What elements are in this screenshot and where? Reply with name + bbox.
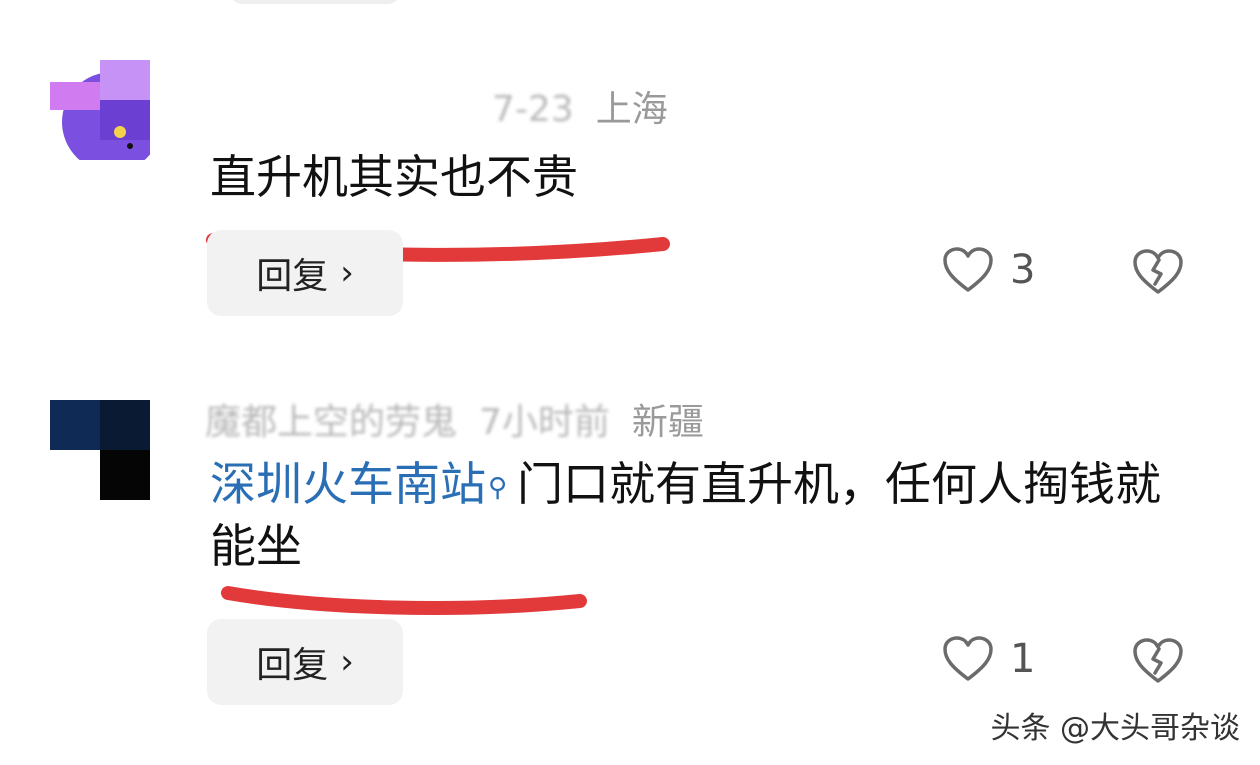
heart-outline-icon: [943, 636, 993, 681]
broken-heart-icon: [1133, 249, 1183, 294]
comment-meta: 魔都上空的劳鬼 7小时前 新疆: [205, 393, 704, 445]
comment-meta: 7-23 上海: [492, 80, 668, 132]
red-underline-annotation: [221, 586, 587, 615]
avatar[interactable]: [50, 400, 150, 500]
comment-username[interactable]: 魔都上空的劳鬼: [205, 402, 457, 443]
topic-link[interactable]: 深圳火车南站: [210, 457, 486, 511]
reply-button[interactable]: 回复 ›: [207, 230, 403, 316]
comment-text: 直升机其实也不贵: [210, 146, 770, 208]
watermark: 头条 @大头哥杂谈: [990, 711, 1240, 746]
search-icon: ⚲: [488, 473, 508, 503]
like-count: 3: [1010, 247, 1036, 293]
comment-item: 魔都上空的劳鬼 7小时前 新疆 深圳火车南站⚲ 门口就有直升机，任何人掏钱就能坐 回复…: [0, 385, 1260, 715]
broken-heart-icon: [1133, 638, 1183, 683]
like-count: 1: [1010, 636, 1036, 682]
comment-text: 深圳火车南站⚲ 门口就有直升机，任何人掏钱就能坐: [210, 453, 1170, 577]
reply-button[interactable]: 回复 ›: [207, 619, 403, 705]
chevron-right-icon: ›: [340, 642, 354, 682]
comment-item: 7-23 上海 直升机其实也不贵 回复 › 3: [0, 60, 1260, 330]
like-button[interactable]: 1: [942, 635, 1035, 683]
comment-location: 新疆: [631, 402, 704, 443]
dislike-button[interactable]: [1132, 637, 1184, 689]
comment-location: 上海: [595, 89, 668, 130]
reply-button-label: 回复: [256, 645, 329, 686]
chevron-right-icon: ›: [340, 253, 354, 293]
comment-body: 直升机其实也不贵: [210, 150, 578, 204]
heart-outline-icon: [943, 247, 993, 292]
comment-date: 7-23: [492, 89, 574, 130]
dislike-button[interactable]: [1132, 248, 1184, 300]
like-button[interactable]: 3: [942, 246, 1035, 294]
reply-button-label: 回复: [256, 256, 329, 297]
previous-reply-button-fragment[interactable]: [230, 0, 400, 4]
avatar[interactable]: [50, 60, 150, 160]
comment-time: 7小时前: [479, 402, 610, 443]
